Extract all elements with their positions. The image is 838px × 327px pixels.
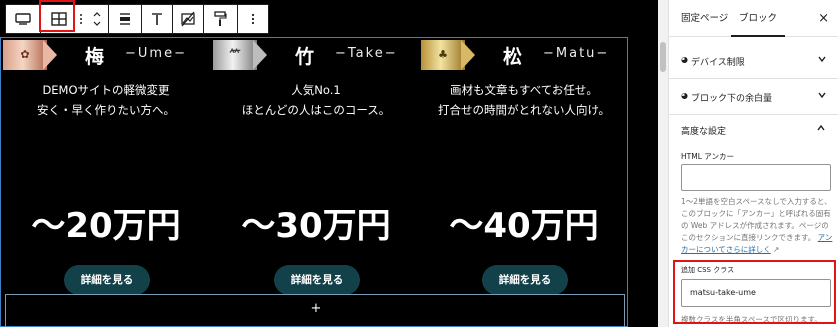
no-image-icon[interactable] [173, 5, 203, 33]
block-toolbar [5, 4, 269, 34]
ribbon-badge: ✿ [3, 40, 63, 70]
plan-romaji: −Matu− [543, 46, 610, 61]
plan-description-line2: 安く・早く作りたい方へ。 [37, 103, 175, 117]
editor-screen: ✿ 梅 −Ume− DEMOサイトの軽微変更 安く・早く作りたい方へ。 〜20万… [0, 0, 838, 327]
details-button[interactable]: 詳細を見る [64, 265, 150, 295]
html-anchor-label: HTML アンカー [681, 152, 734, 161]
scrollbar-thumb[interactable] [660, 42, 666, 72]
close-icon[interactable]: × [818, 11, 829, 26]
more-options-icon[interactable] [238, 5, 268, 33]
plan-name: 梅 [85, 46, 106, 68]
plan-romaji: −Ume− [125, 46, 187, 61]
plan-description-line1: 画材も文章もすべてお任せ。 [450, 83, 598, 97]
tab-block[interactable]: ブロック [731, 0, 786, 37]
chevron-down-icon [818, 92, 826, 99]
plan-banner: ♣ 松 −Matu− [421, 40, 621, 70]
panel-device-restriction[interactable]: ◕ デバイス制限 [669, 43, 838, 79]
external-link-icon: ↗ [773, 245, 780, 254]
settings-sidebar: 固定ページ ブロック × ◕ デバイス制限 ◕ ブロック下の余白量 高度な設定 … [668, 0, 838, 327]
advanced-title[interactable]: 高度な設定 [681, 124, 726, 137]
help-text: 1〜2単語を空白スペースなしで入力すると、このブロックに「アンカー」と呼ばれる固… [681, 197, 832, 242]
ribbon-badge: ♣ [421, 40, 481, 70]
plan-price: 〜30万円 [241, 206, 391, 246]
grid-icon[interactable] [41, 5, 77, 33]
html-anchor-input[interactable] [681, 164, 831, 191]
plan-name: 松 [503, 46, 524, 68]
plan-card-ume: ✿ 梅 −Ume− DEMOサイトの軽微変更 安く・早く作りたい方へ。 〜20万… [1, 38, 211, 300]
align-justify-icon[interactable] [109, 5, 141, 33]
plan-description-line1: 人気No.1 [291, 83, 341, 97]
mobile-icon[interactable] [6, 5, 40, 33]
device-icon: ◕ [681, 55, 688, 64]
html-anchor-help: 1〜2単語を空白スペースなしで入力すると、このブロックに「アンカー」と呼ばれる固… [681, 196, 833, 256]
tab-page[interactable]: 固定ページ [681, 0, 728, 37]
bamboo-icon: ⺮ [229, 48, 241, 61]
move-updown-icon[interactable] [86, 5, 108, 33]
ume-flower-icon: ✿ [20, 48, 30, 61]
add-block-icon[interactable]: + [6, 301, 626, 316]
plan-price: 〜40万円 [449, 206, 599, 246]
ribbon-notch [461, 40, 475, 70]
panel-bottom-margin[interactable]: ◕ ブロック下の余白量 [669, 79, 838, 115]
details-button[interactable]: 詳細を見る [482, 265, 568, 295]
chevron-up-icon[interactable] [816, 123, 826, 133]
editor-canvas: ✿ 梅 −Ume− DEMOサイトの軽微変更 安く・早く作りたい方へ。 〜20万… [0, 0, 658, 327]
chevron-down-icon [818, 56, 826, 63]
plan-price: 〜20万円 [31, 206, 181, 246]
plan-description-line2: ほとんどの人はこのコース。 [241, 103, 391, 117]
panel-label: デバイス制限 [691, 58, 745, 68]
plan-banner: ⺮ 竹 −Take− [213, 40, 413, 70]
ribbon-notch [43, 40, 57, 70]
align-top-icon[interactable] [142, 5, 172, 33]
panel-label: ブロック下の余白量 [691, 94, 773, 104]
plan-card-matsu: ♣ 松 −Matu− 画材も文章もすべてお任せ。 打合せの時間がとれない人向け。… [419, 38, 629, 300]
plan-card-take: ⺮ 竹 −Take− 人気No.1 ほとんどの人はこのコース。 〜30万円 詳細… [211, 38, 421, 300]
plan-description-line2: 打合せの時間がとれない人向け。 [438, 103, 610, 117]
plan-name: 竹 [295, 46, 316, 68]
pricing-block[interactable]: ✿ 梅 −Ume− DEMOサイトの軽微変更 安く・早く作りたい方へ。 〜20万… [0, 37, 628, 327]
sidebar-tabs: 固定ページ ブロック × [669, 0, 838, 37]
css-class-highlight [673, 260, 836, 324]
pine-icon: ♣ [438, 48, 448, 61]
sidebar-scrollbar[interactable] [658, 0, 668, 327]
add-block-appender[interactable]: + [5, 294, 625, 327]
plan-banner: ✿ 梅 −Ume− [3, 40, 203, 70]
plan-description-line1: DEMOサイトの軽微変更 [42, 83, 170, 97]
paint-roller-icon[interactable] [204, 5, 238, 33]
ribbon-notch [253, 40, 267, 70]
margin-icon: ◕ [681, 91, 688, 100]
details-button[interactable]: 詳細を見る [274, 265, 360, 295]
plan-romaji: −Take− [335, 46, 398, 61]
ribbon-badge: ⺮ [213, 40, 273, 70]
drag-handle-icon[interactable] [76, 5, 86, 33]
